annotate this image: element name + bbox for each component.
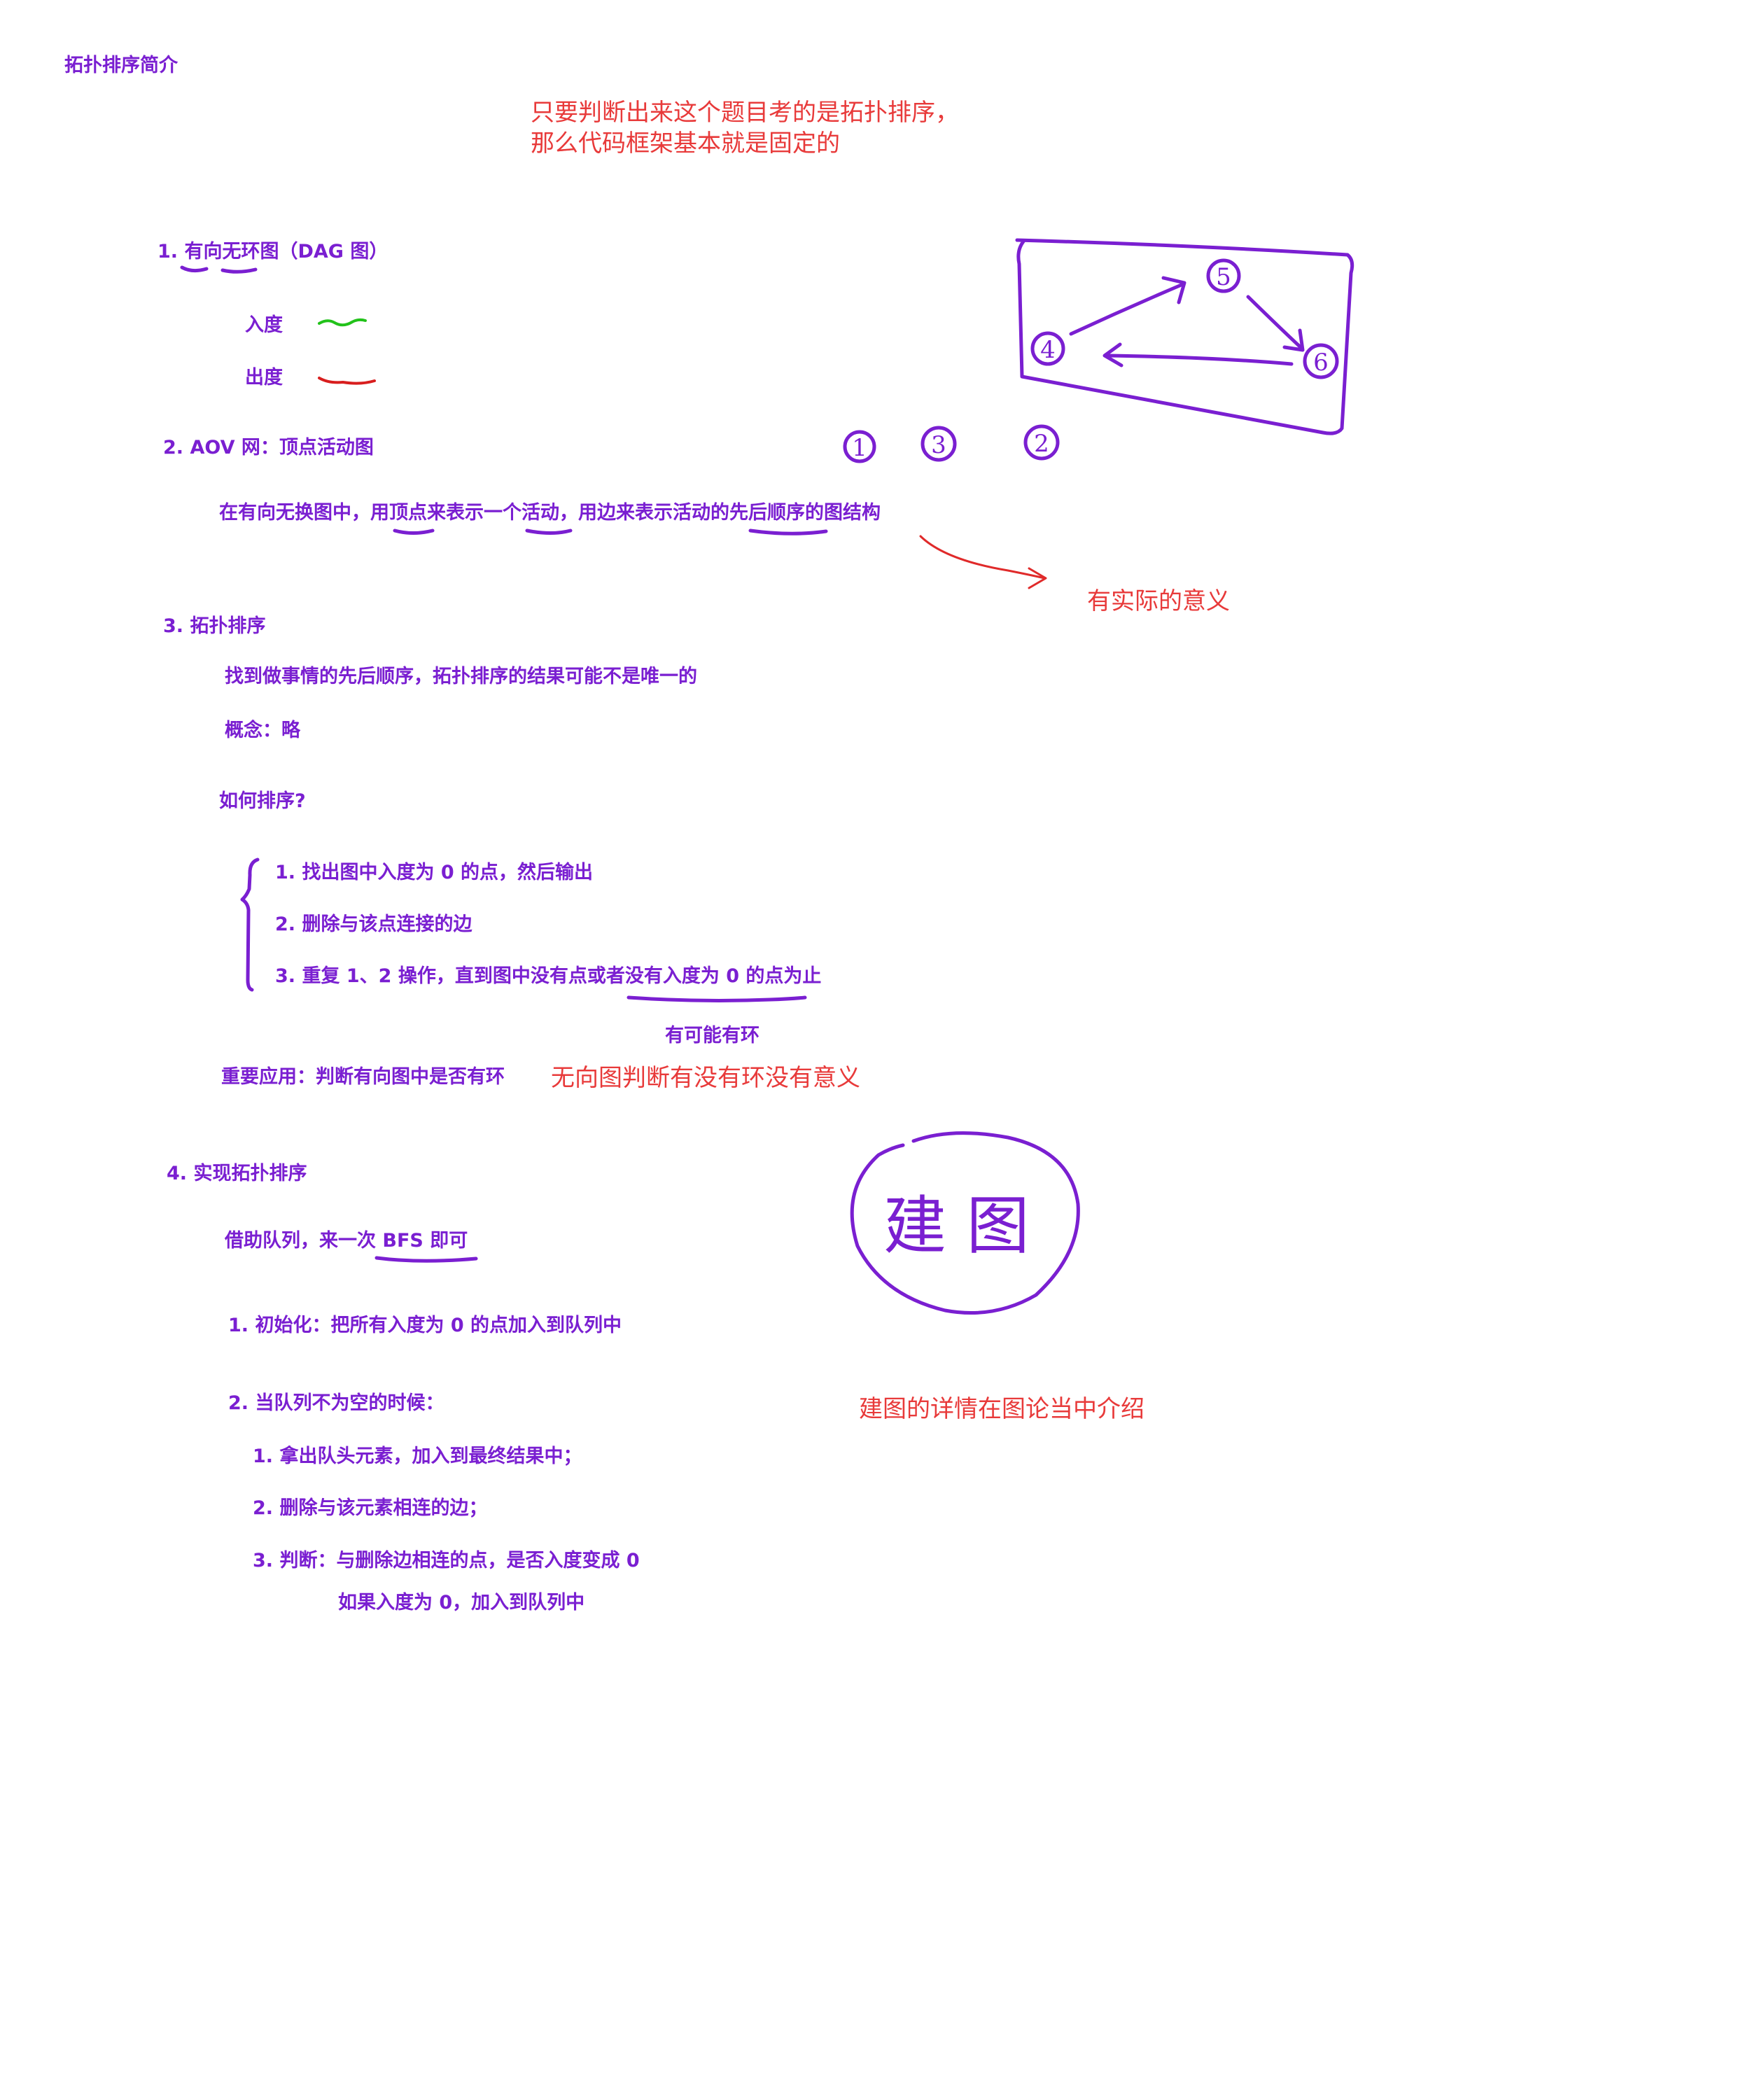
underline-no-zero-indegree (626, 995, 807, 1002)
build-graph-handwriting: 建 图 (883, 1189, 1030, 1263)
section1-heading: 1. 有向无环图（DAG 图） (158, 241, 388, 262)
dag-node-6-label: 6 (1313, 349, 1329, 377)
outdegree-label: 出度 (245, 367, 283, 388)
important-application: 重要应用：判断有向图中是否有环 (221, 1066, 505, 1088)
queue-bfs-line: 借助队列，来一次 BFS 即可 (225, 1230, 468, 1252)
loop-step: 2. 当队列不为空的时候： (228, 1392, 444, 1414)
edge-5-to-6 (1246, 295, 1304, 351)
dag-node-5-label: 5 (1216, 263, 1231, 291)
edge-6-to-4 (1104, 354, 1294, 366)
loop-substep-3-cont: 如果入度为 0，加入到队列中 (338, 1592, 585, 1614)
aov-note: 有实际的意义 (1087, 587, 1230, 615)
underline-huodong (525, 528, 573, 535)
edge-6-to-4-arrowhead (1102, 342, 1124, 368)
underline-wuhuan (220, 267, 258, 274)
undirected-note: 无向图判断有没有环没有意义 (551, 1064, 860, 1092)
dag-node-4-label: 4 (1040, 336, 1056, 364)
order-2-circle (1023, 424, 1060, 461)
underline-bfs (374, 1256, 478, 1263)
sort-step-1: 1. 找出图中入度为 0 的点，然后输出 (275, 862, 594, 883)
cycle-note: 有可能有环 (665, 1025, 760, 1046)
section3-heading: 3. 拓扑排序 (163, 615, 266, 637)
section4-heading: 4. 实现拓扑排序 (167, 1163, 307, 1184)
topo-description: 找到做事情的先后顺序，拓扑排序的结果可能不是唯一的 (225, 666, 697, 687)
aov-description: 在有向无换图中，用顶点来表示一个活动，用边来表示活动的先后顺序的图结构 (219, 502, 881, 524)
indegree-label: 入度 (245, 314, 283, 336)
sort-step-2: 2. 删除与该点连接的边 (275, 913, 472, 935)
init-step: 1. 初始化：把所有入度为 0 的点加入到队列中 (228, 1315, 622, 1336)
edge-4-to-5 (1069, 282, 1185, 336)
concept-line: 概念：略 (225, 720, 300, 741)
order-1-circle (843, 430, 876, 463)
underline-xianhou (748, 528, 828, 536)
note-framework-line1: 只要判断出来这个题目考的是拓扑排序， (531, 99, 959, 127)
edge-5-to-6-arrowhead (1282, 328, 1305, 352)
order-3-label: 3 (931, 431, 946, 459)
edge-4-to-5-arrowhead (1161, 276, 1186, 304)
underline-dingdian (393, 528, 435, 535)
dag-node-4-circle (1030, 331, 1065, 366)
sort-step-3: 3. 重复 1、2 操作，直到图中没有点或者没有入度为 0 的点为止 (275, 965, 822, 987)
arrow-to-meaning-arrowhead (1028, 567, 1047, 589)
note-framework-line2: 那么代码框架基本就是固定的 (531, 130, 840, 158)
build-graph-note: 建图的详情在图论当中介绍 (859, 1395, 1144, 1423)
dag-sketch-frame (1015, 238, 1354, 435)
order-3-circle (920, 426, 957, 462)
dag-node-5-circle (1206, 258, 1241, 293)
order-1-label: 1 (852, 434, 867, 462)
outdegree-red-mark (318, 377, 376, 385)
build-graph-circle (850, 1131, 1080, 1315)
section2-heading: 2. AOV 网：顶点活动图 (163, 437, 374, 458)
loop-substep-2: 2. 删除与该元素相连的边； (253, 1497, 488, 1519)
how-to-sort: 如何排序? (219, 790, 306, 812)
page-title: 拓扑排序简介 (64, 55, 178, 76)
indegree-green-mark (318, 318, 367, 327)
order-2-label: 2 (1034, 430, 1049, 458)
loop-substep-3: 3. 判断：与删除边相连的点，是否入度变成 0 (253, 1550, 640, 1572)
underline-you (180, 265, 209, 273)
dag-node-6-circle (1303, 343, 1339, 379)
arrow-to-meaning-note (919, 535, 1046, 580)
loop-substep-1: 1. 拿出队头元素，加入到最终结果中； (253, 1446, 582, 1467)
steps-brace (240, 858, 260, 992)
